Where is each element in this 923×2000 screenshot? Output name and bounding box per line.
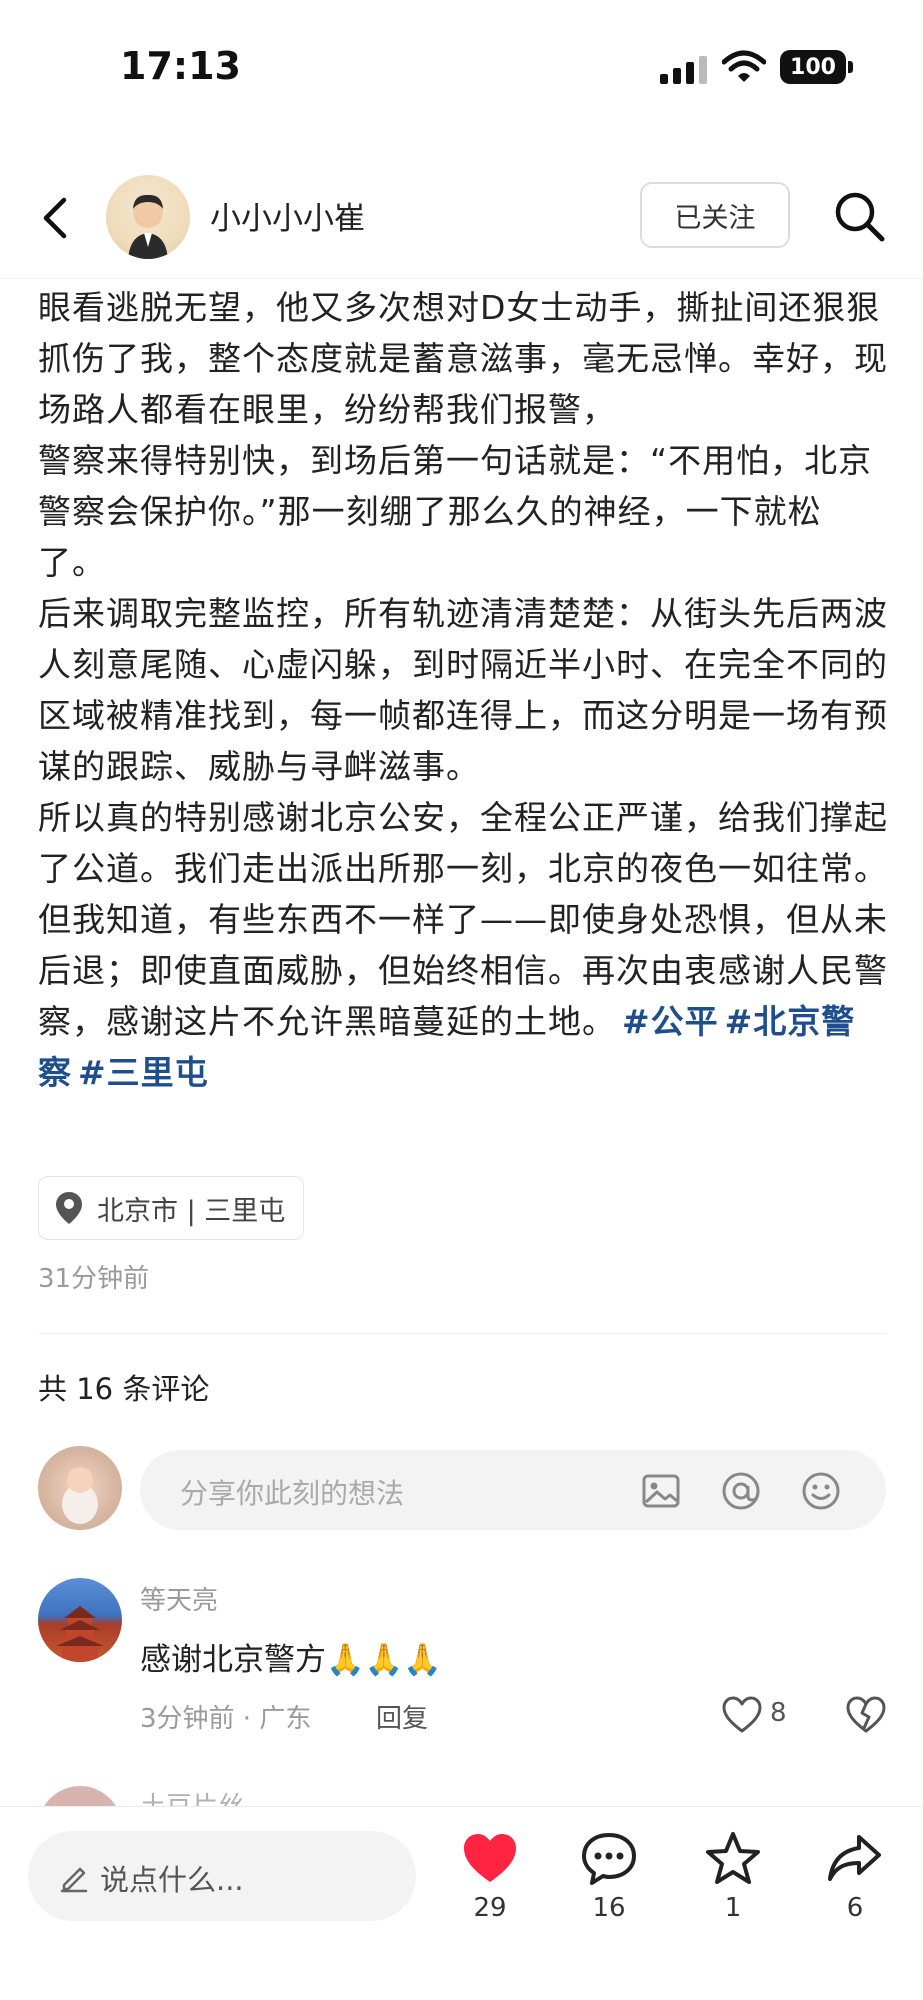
comment-like-count: 8 [770, 1698, 787, 1728]
star-icon [706, 1832, 760, 1884]
battery-indicator: 100 [780, 50, 853, 84]
heart-icon [464, 1834, 516, 1882]
comment-meta: 3分钟前 · 广东 [140, 1704, 312, 1734]
baby-photo-icon [62, 1467, 98, 1524]
wifi-icon [722, 50, 766, 82]
comment-input-placeholder: 分享你此刻的想法 [180, 1477, 405, 1510]
author-avatar[interactable] [106, 175, 190, 259]
comment-total: 16 [592, 1893, 626, 1923]
emoji-icon[interactable] [800, 1470, 842, 1512]
say-something-placeholder: 说点什么... [100, 1863, 244, 1897]
location-pin-icon [56, 1192, 82, 1224]
page: 17:13 100 小小小小崔 已关注 眼看逃脱无望，他又多次想对D女士动手，撕… [0, 0, 923, 2000]
reply-button[interactable]: 回复 [376, 1698, 428, 1735]
pen-icon [60, 1867, 88, 1893]
my-avatar [38, 1446, 122, 1530]
header-divider [0, 278, 923, 279]
bottom-action-bar: 说点什么... 29 16 1 6 [0, 1806, 923, 2000]
share-button[interactable]: 6 [810, 1829, 900, 1923]
post-paragraph: 后来调取完整监控，所有轨迹清清楚楚：从街头先后两波人刻意尾随、心虚闪躲，到时隔近… [38, 594, 888, 786]
post-content: 眼看逃脱无望，他又多次想对D女士动手，撕扯间还狠狠抓伤了我，整个态度就是蓄意滋事… [38, 282, 888, 1098]
comment-button[interactable]: 16 [564, 1829, 654, 1923]
like-count: 29 [473, 1893, 507, 1923]
mention-icon[interactable] [720, 1470, 762, 1512]
favorite-count: 1 [724, 1893, 742, 1923]
hashtag-link[interactable]: #三里屯 [78, 1053, 209, 1092]
hashtag-link[interactable]: #公平 [622, 1002, 719, 1041]
comment-text: 感谢北京警方🙏🙏🙏 [140, 1642, 442, 1678]
post-paragraph: 警察来得特别快，到场后第一句话就是：“不用怕，北京警察会保护你。”那一刻绷了那么… [38, 441, 873, 582]
location-chip[interactable]: 北京市 | 三里屯 [38, 1176, 305, 1240]
follow-button[interactable]: 已关注 [640, 182, 790, 248]
search-icon[interactable] [830, 187, 890, 247]
author-portrait-icon [128, 194, 168, 259]
tower-photo-icon [56, 1606, 104, 1662]
commenter-avatar[interactable] [38, 1578, 122, 1662]
comment-input[interactable]: 分享你此刻的想法 [140, 1450, 886, 1530]
section-divider [38, 1333, 886, 1334]
signal-icon [660, 56, 707, 84]
say-something-input[interactable]: 说点什么... [28, 1831, 416, 1921]
comment-bubble-icon [582, 1833, 636, 1885]
location-label: 北京市 | 三里屯 [97, 1195, 286, 1227]
post-paragraph: 所以真的特别感谢北京公安，全程公正严谨，给我们撑起了公道。我们走出派出所那一刻，… [38, 792, 888, 1098]
status-bar: 17:13 100 [0, 0, 923, 140]
share-count: 6 [846, 1893, 864, 1923]
comment-dislike-icon[interactable] [846, 1696, 886, 1734]
like-button[interactable]: 29 [445, 1829, 535, 1923]
comment-like-icon[interactable] [722, 1696, 762, 1734]
comment-count: 共 16 条评论 [38, 1372, 210, 1406]
post-paragraph: 眼看逃脱无望，他又多次想对D女士动手，撕扯间还狠狠抓伤了我，整个态度就是蓄意滋事… [38, 288, 888, 429]
post-header: 小小小小崔 已关注 [0, 165, 923, 275]
status-time: 17:13 [120, 44, 241, 88]
favorite-button[interactable]: 1 [688, 1829, 778, 1923]
post-time: 31分钟前 [38, 1264, 150, 1294]
author-name[interactable]: 小小小小崔 [210, 193, 365, 238]
commenter-name[interactable]: 等天亮 [140, 1580, 218, 1617]
back-arrow-icon[interactable] [30, 190, 86, 246]
image-icon[interactable] [640, 1470, 682, 1512]
share-arrow-icon [828, 1835, 881, 1881]
